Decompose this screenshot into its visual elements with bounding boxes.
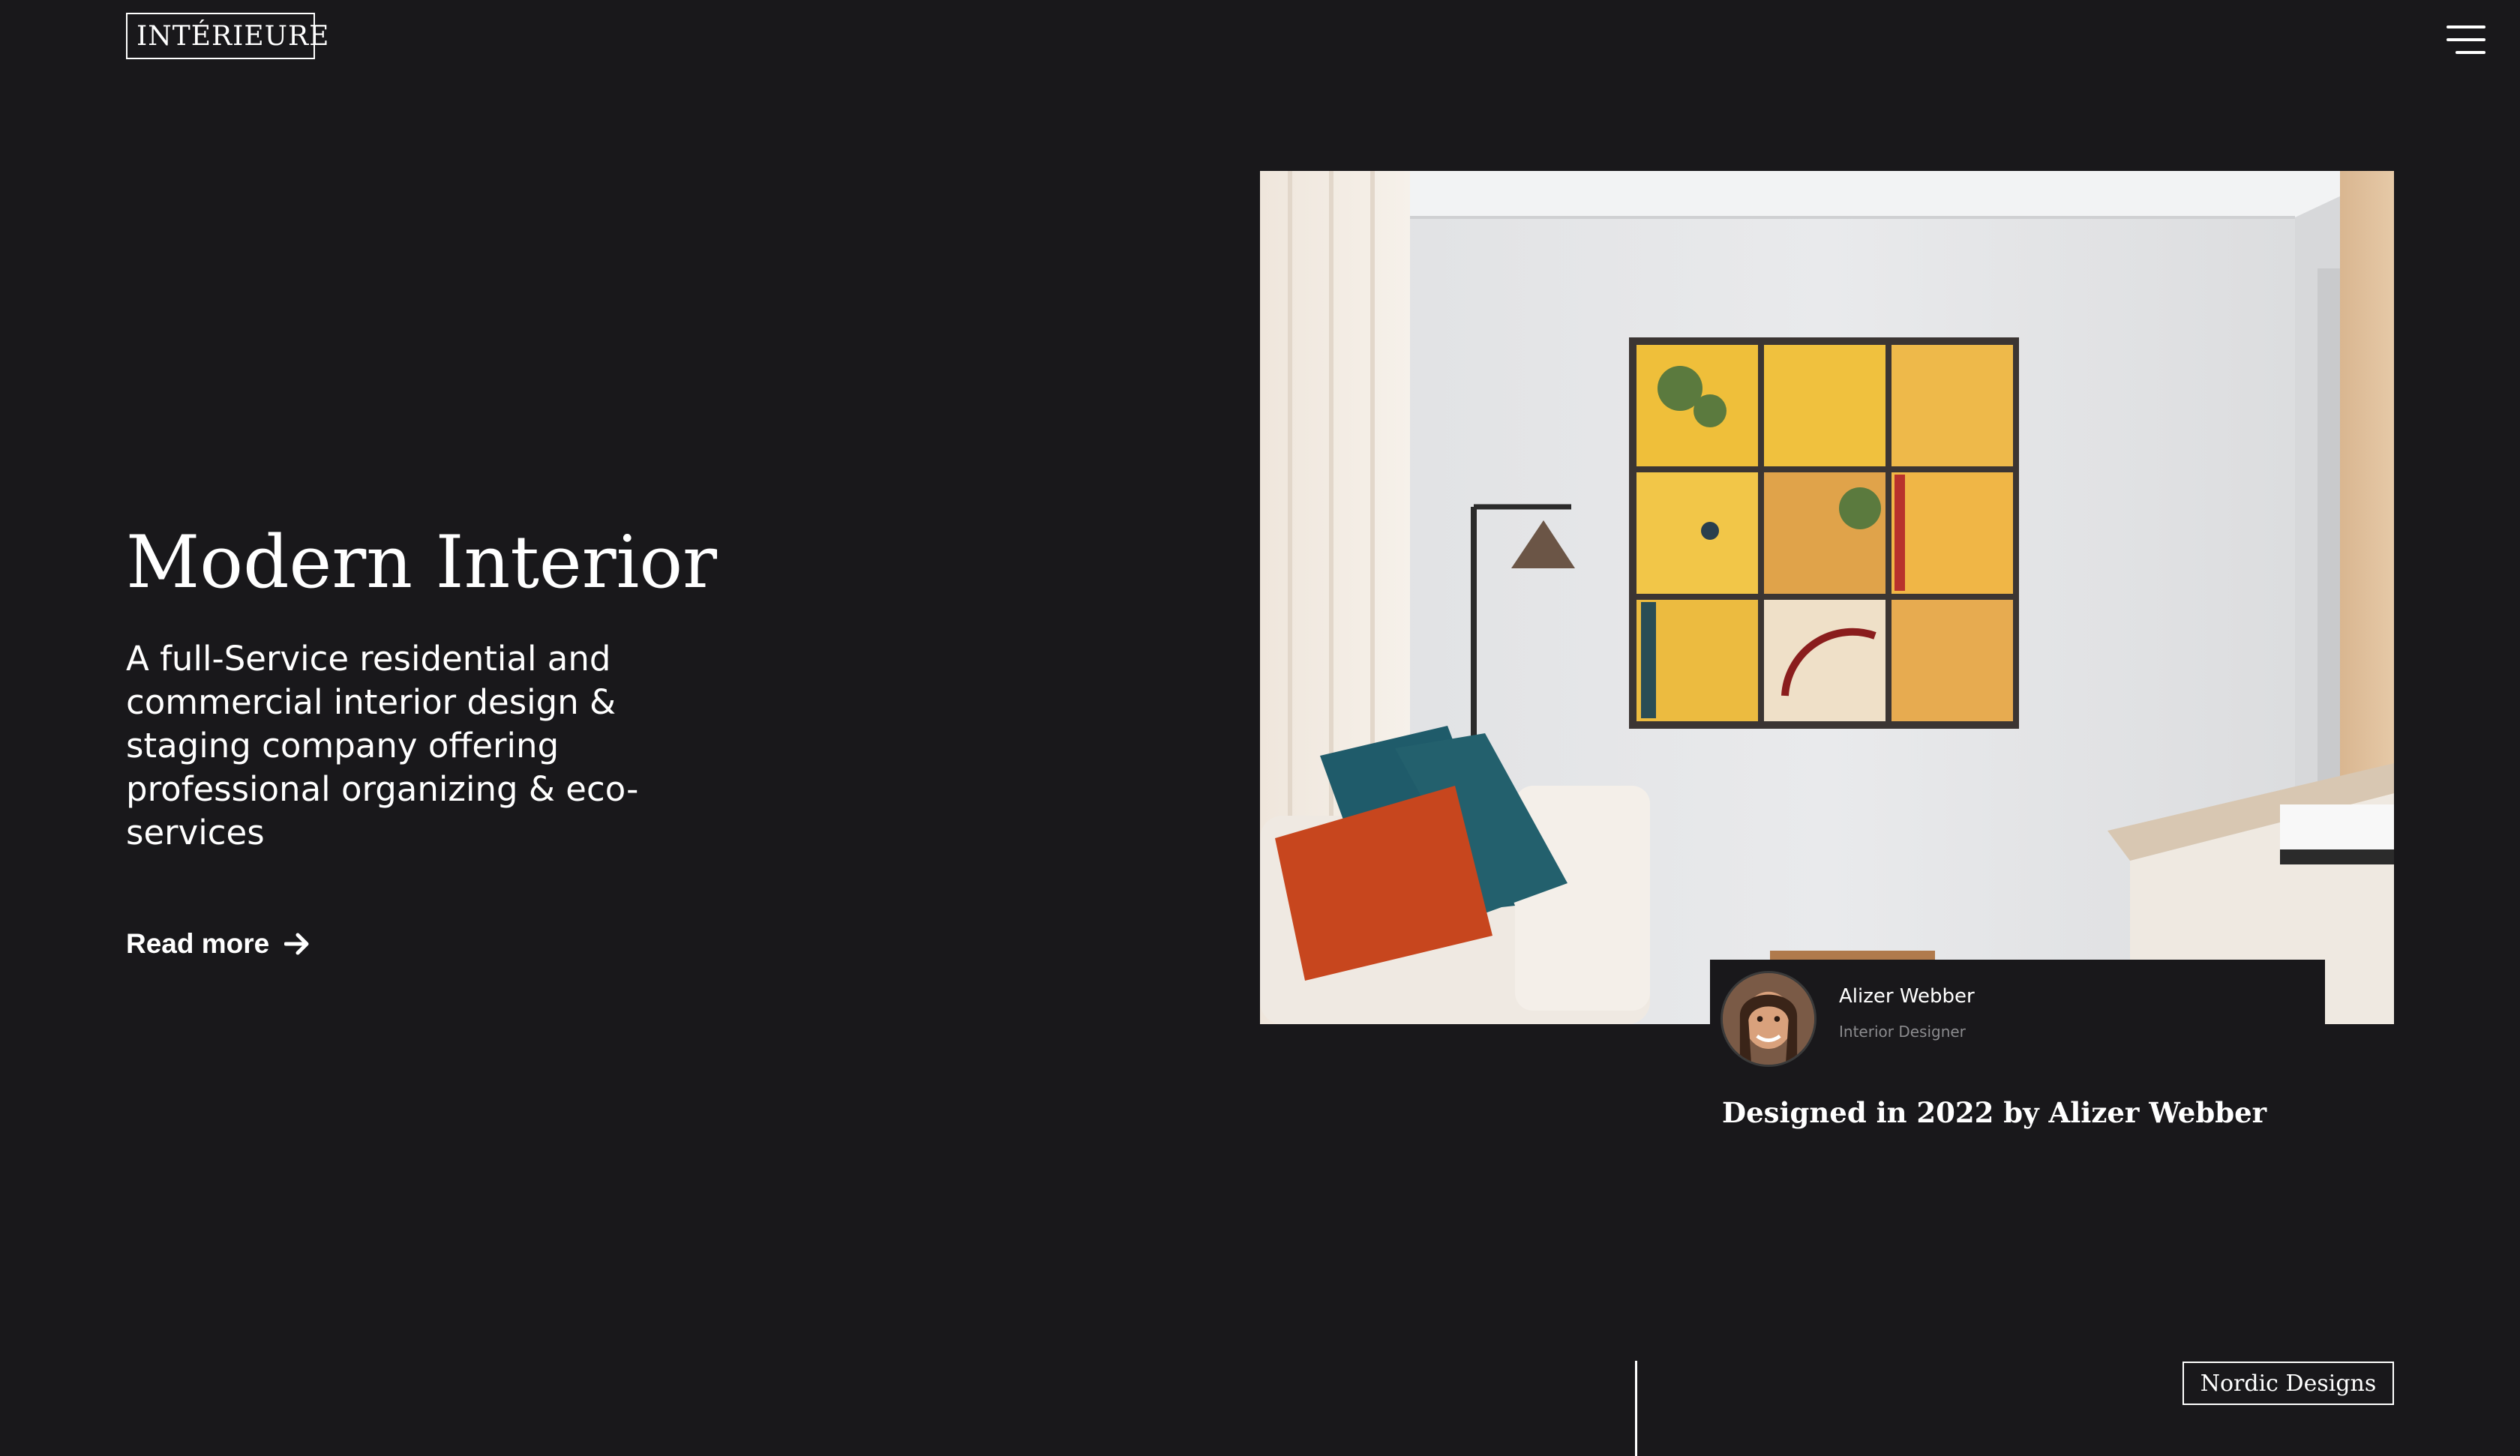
avatar xyxy=(1720,971,1816,1067)
featured-room-image xyxy=(1260,171,2394,1024)
read-more-label: Read more xyxy=(126,928,270,959)
read-more-link[interactable]: Read more xyxy=(126,928,310,960)
nordic-designs-button[interactable]: Nordic Designs xyxy=(2182,1362,2394,1405)
hero-title: Modern Interior xyxy=(126,520,718,604)
vertical-divider xyxy=(1635,1361,1637,1456)
logo-text: INTÉRIEURE xyxy=(136,20,330,52)
design-caption: Designed in 2022 by Alizer Webber xyxy=(1722,1096,2267,1129)
designer-card: Alizer Webber Interior Designer xyxy=(1710,960,2325,1067)
designer-role: Interior Designer xyxy=(1839,1023,1966,1041)
site-logo[interactable]: INTÉRIEURE xyxy=(126,13,328,59)
hero-description: A full-Service residential and commercia… xyxy=(126,639,639,852)
arrow-right-icon xyxy=(284,933,310,955)
hamburger-menu-icon[interactable] xyxy=(2446,25,2486,54)
designer-name: Alizer Webber xyxy=(1839,985,1975,1008)
